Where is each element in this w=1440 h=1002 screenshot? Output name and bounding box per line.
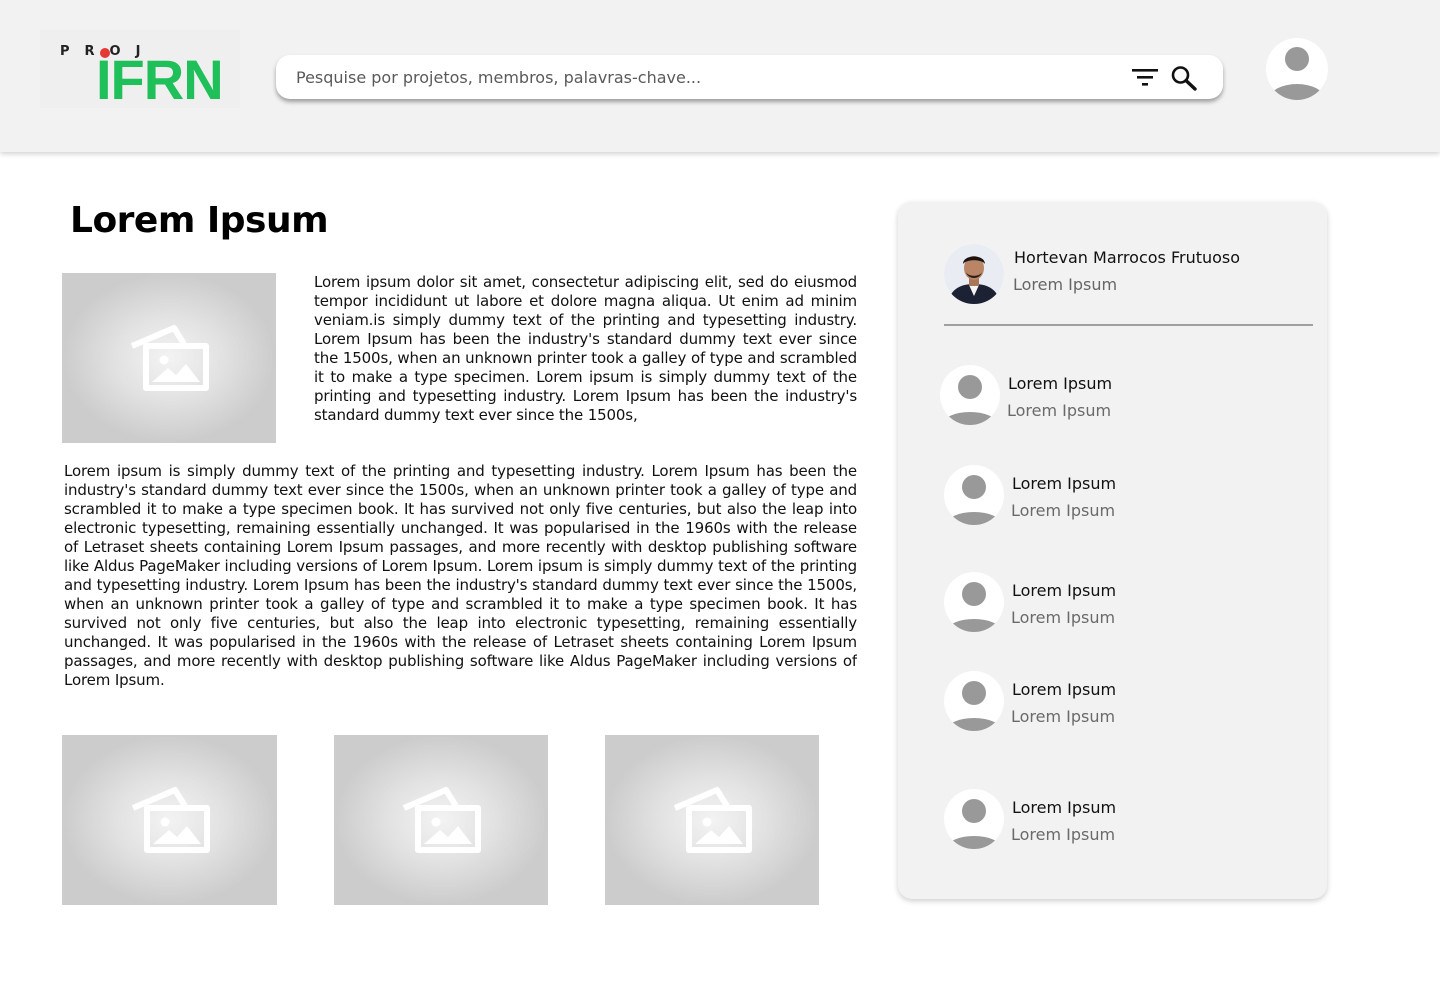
owner-role: Lorem Ipsum <box>1013 275 1118 294</box>
gallery-image-3[interactable] <box>605 735 819 905</box>
member-avatar-icon <box>940 365 1000 425</box>
member-avatar-icon <box>944 572 1004 632</box>
filter-icon[interactable] <box>1132 67 1158 87</box>
member-role: Lorem Ipsum <box>1011 825 1116 844</box>
top-header: PROJ IFRN <box>0 0 1440 152</box>
gallery-image-1[interactable] <box>62 735 277 905</box>
member-role: Lorem Ipsum <box>1007 401 1112 420</box>
member-item[interactable]: Lorem Ipsum Lorem Ipsum <box>944 789 1304 851</box>
member-avatar-icon <box>944 671 1004 731</box>
member-name: Lorem Ipsum <box>1012 581 1117 600</box>
gallery-image-2[interactable] <box>334 735 548 905</box>
user-avatar-icon[interactable] <box>1266 38 1328 100</box>
image-placeholder-icon <box>130 325 209 391</box>
member-role: Lorem Ipsum <box>1011 608 1116 627</box>
member-role: Lorem Ipsum <box>1011 707 1116 726</box>
search-bar <box>276 55 1223 99</box>
search-icon[interactable] <box>1170 65 1198 91</box>
member-item[interactable]: Lorem Ipsum Lorem Ipsum <box>944 465 1304 527</box>
member-name: Lorem Ipsum <box>1008 374 1113 393</box>
member-avatar-icon <box>944 465 1004 525</box>
image-placeholder-icon <box>402 787 481 853</box>
logo-brand-text: IFRN <box>96 48 224 111</box>
owner-name[interactable]: Hortevan Marrocos Frutuoso <box>1014 248 1240 267</box>
members-panel: Hortevan Marrocos Frutuoso Lorem Ipsum L… <box>898 202 1327 899</box>
member-item[interactable]: Lorem Ipsum Lorem Ipsum <box>944 671 1304 733</box>
project-description-body: Lorem ipsum is simply dummy text of the … <box>64 462 857 689</box>
project-description-intro: Lorem ipsum dolor sit amet, consectetur … <box>314 273 857 424</box>
member-avatar-icon <box>944 789 1004 849</box>
image-placeholder-icon <box>131 787 210 853</box>
image-placeholder-icon <box>673 787 752 853</box>
member-name: Lorem Ipsum <box>1012 474 1117 493</box>
member-item[interactable]: Lorem Ipsum Lorem Ipsum <box>944 572 1304 634</box>
project-image-main[interactable] <box>62 273 276 443</box>
logo[interactable]: PROJ IFRN <box>40 30 240 108</box>
member-name: Lorem Ipsum <box>1012 680 1117 699</box>
member-name: Lorem Ipsum <box>1012 798 1117 817</box>
search-input[interactable] <box>296 55 1096 99</box>
divider <box>944 324 1313 326</box>
page-title: Lorem Ipsum <box>70 200 329 241</box>
member-item[interactable]: Lorem Ipsum Lorem Ipsum <box>940 365 1300 427</box>
member-role: Lorem Ipsum <box>1011 501 1116 520</box>
owner-avatar[interactable] <box>944 244 1004 304</box>
